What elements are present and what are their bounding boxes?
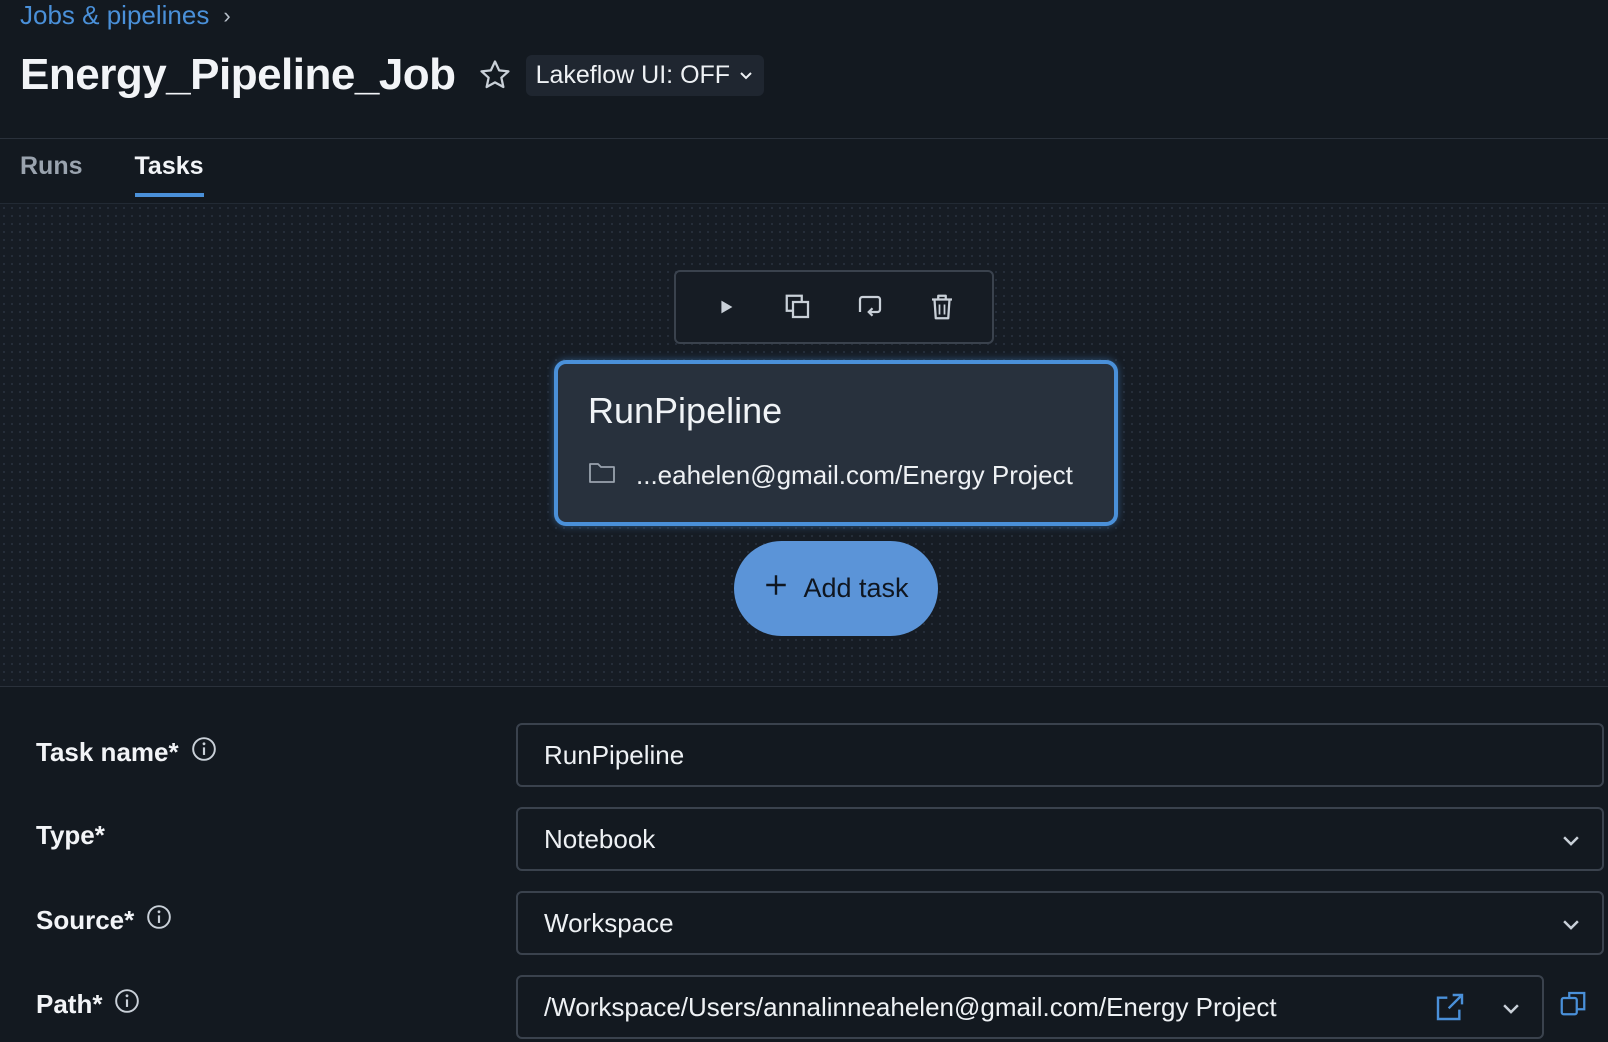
- task-node-runpipeline[interactable]: RunPipeline ...eahelen@gmail.com/Energy …: [554, 360, 1118, 526]
- tab-runs[interactable]: Runs: [20, 152, 83, 197]
- star-icon[interactable]: [478, 58, 512, 92]
- path-label-text: Path*: [36, 989, 103, 1019]
- chevron-down-icon[interactable]: [1500, 995, 1522, 1026]
- play-icon[interactable]: [706, 287, 746, 327]
- task-toolbar: [674, 270, 994, 344]
- info-icon[interactable]: [191, 736, 217, 769]
- chevron-down-icon: [1560, 911, 1582, 942]
- type-select[interactable]: Notebook: [516, 807, 1604, 871]
- source-label: Source*: [36, 904, 172, 937]
- source-label-text: Source*: [36, 905, 135, 935]
- path-input[interactable]: /Workspace/Users/annalinneahelen@gmail.c…: [516, 975, 1544, 1039]
- plus-icon: [763, 572, 789, 605]
- source-select-value: Workspace: [544, 907, 674, 938]
- trash-icon[interactable]: [922, 287, 962, 327]
- external-link-icon[interactable]: [1434, 991, 1466, 1030]
- type-label-text: Type*: [36, 820, 105, 850]
- path-input-value: /Workspace/Users/annalinneahelen@gmail.c…: [544, 991, 1277, 1022]
- tab-tasks[interactable]: Tasks: [134, 152, 204, 197]
- task-node-path: ...eahelen@gmail.com/Energy Project: [588, 460, 1073, 491]
- lakeflow-ui-toggle[interactable]: Lakeflow UI: OFF: [525, 54, 765, 96]
- task-name-label-text: Task name*: [36, 737, 179, 767]
- folder-icon: [588, 460, 616, 491]
- title-row: Energy_Pipeline_Job Lakeflow UI: OFF: [20, 50, 765, 100]
- info-icon[interactable]: [114, 988, 140, 1021]
- task-node-path-text: ...eahelen@gmail.com/Energy Project: [636, 460, 1073, 490]
- task-node-title: RunPipeline: [588, 390, 783, 431]
- breadcrumb: Jobs & pipelines ›: [20, 0, 231, 31]
- breadcrumb-link-jobs[interactable]: Jobs & pipelines: [20, 0, 209, 31]
- task-name-input[interactable]: RunPipeline: [516, 723, 1604, 787]
- source-select[interactable]: Workspace: [516, 891, 1604, 955]
- chevron-down-icon: [738, 61, 754, 90]
- path-label: Path*: [36, 988, 140, 1021]
- add-task-button[interactable]: Add task: [734, 541, 938, 636]
- chevron-down-icon: [1560, 827, 1582, 858]
- info-icon[interactable]: [146, 904, 172, 937]
- repair-icon[interactable]: [850, 287, 890, 327]
- task-name-label: Task name*: [36, 736, 217, 769]
- tab-bar: Runs Tasks: [20, 152, 204, 197]
- type-label: Type*: [36, 820, 105, 851]
- duplicate-icon[interactable]: [778, 287, 818, 327]
- add-task-label: Add task: [803, 573, 909, 603]
- breadcrumb-separator: ›: [223, 2, 231, 28]
- lakeflow-ui-label: Lakeflow UI: OFF: [535, 60, 731, 89]
- header-divider: [0, 138, 1608, 139]
- type-select-value: Notebook: [544, 823, 656, 854]
- page-title: Energy_Pipeline_Job: [20, 50, 456, 99]
- copy-icon[interactable]: [1558, 988, 1588, 1023]
